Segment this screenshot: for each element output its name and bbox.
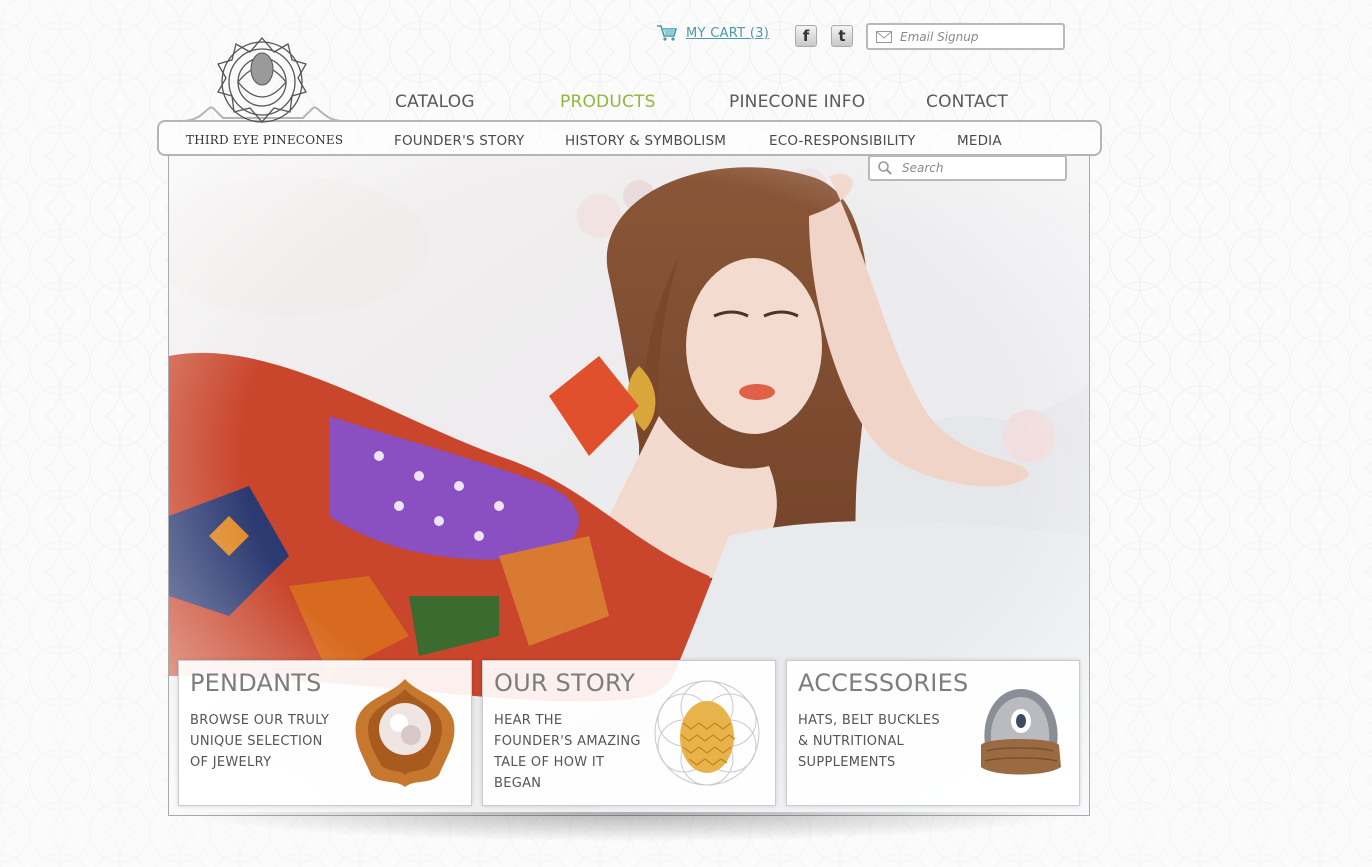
subnav-eco-responsibility[interactable]: ECO-RESPONSIBILITY <box>769 133 916 149</box>
nav-contact[interactable]: CONTACT <box>926 92 1008 112</box>
card-pendants[interactable]: PENDANTS BROWSE OUR TRULY UNIQUE SELECTI… <box>178 660 472 806</box>
search-placeholder: Search <box>902 161 944 175</box>
nav-products[interactable]: PRODUCTS <box>560 92 656 112</box>
search-field[interactable]: Search <box>868 155 1067 181</box>
subnav-founders-story[interactable]: FOUNDER'S STORY <box>394 133 524 149</box>
facebook-glyph: f <box>802 27 810 45</box>
pinecone-image <box>654 680 760 786</box>
nav-catalog[interactable]: CATALOG <box>395 92 475 112</box>
email-placeholder: Email Signup <box>900 29 979 44</box>
card-title: PENDANTS <box>190 669 322 697</box>
search-icon <box>878 161 892 175</box>
card-title: OUR STORY <box>494 669 636 697</box>
cart-icon <box>657 25 678 41</box>
card-accessories[interactable]: ACCESSORIES HATS, BELT BUCKLES & NUTRITI… <box>786 660 1080 806</box>
card-our-story[interactable]: OUR STORY HEAR THE FOUNDER'S AMAZING TAL… <box>482 660 776 806</box>
subnav-history-symbolism[interactable]: HISTORY & SYMBOLISM <box>565 133 726 149</box>
pendant-image <box>355 679 455 787</box>
subnav-media[interactable]: MEDIA <box>957 133 1002 149</box>
hero-shadow <box>180 812 1080 842</box>
cart-link[interactable]: MY CART (3) <box>656 24 769 42</box>
email-signup-field[interactable]: Email Signup <box>866 23 1065 50</box>
card-title: ACCESSORIES <box>798 669 969 697</box>
logo-text: THIRD EYE PINECONES <box>186 133 344 147</box>
nav-pinecone-info[interactable]: PINECONE INFO <box>729 92 865 112</box>
twitter-glyph: t <box>838 27 846 45</box>
card-text: HEAR THE FOUNDER'S AMAZING TALE OF HOW I… <box>494 713 641 791</box>
card-text: HATS, BELT BUCKLES & NUTRITIONAL SUPPLEM… <box>798 713 940 770</box>
envelope-icon <box>876 30 892 43</box>
hat-image <box>981 689 1061 775</box>
cart-label[interactable]: MY CART (3) <box>686 26 769 41</box>
facebook-icon[interactable]: f <box>795 25 817 47</box>
card-text: BROWSE OUR TRULY UNIQUE SELECTION OF JEW… <box>190 713 330 770</box>
twitter-icon[interactable]: t <box>831 25 853 47</box>
